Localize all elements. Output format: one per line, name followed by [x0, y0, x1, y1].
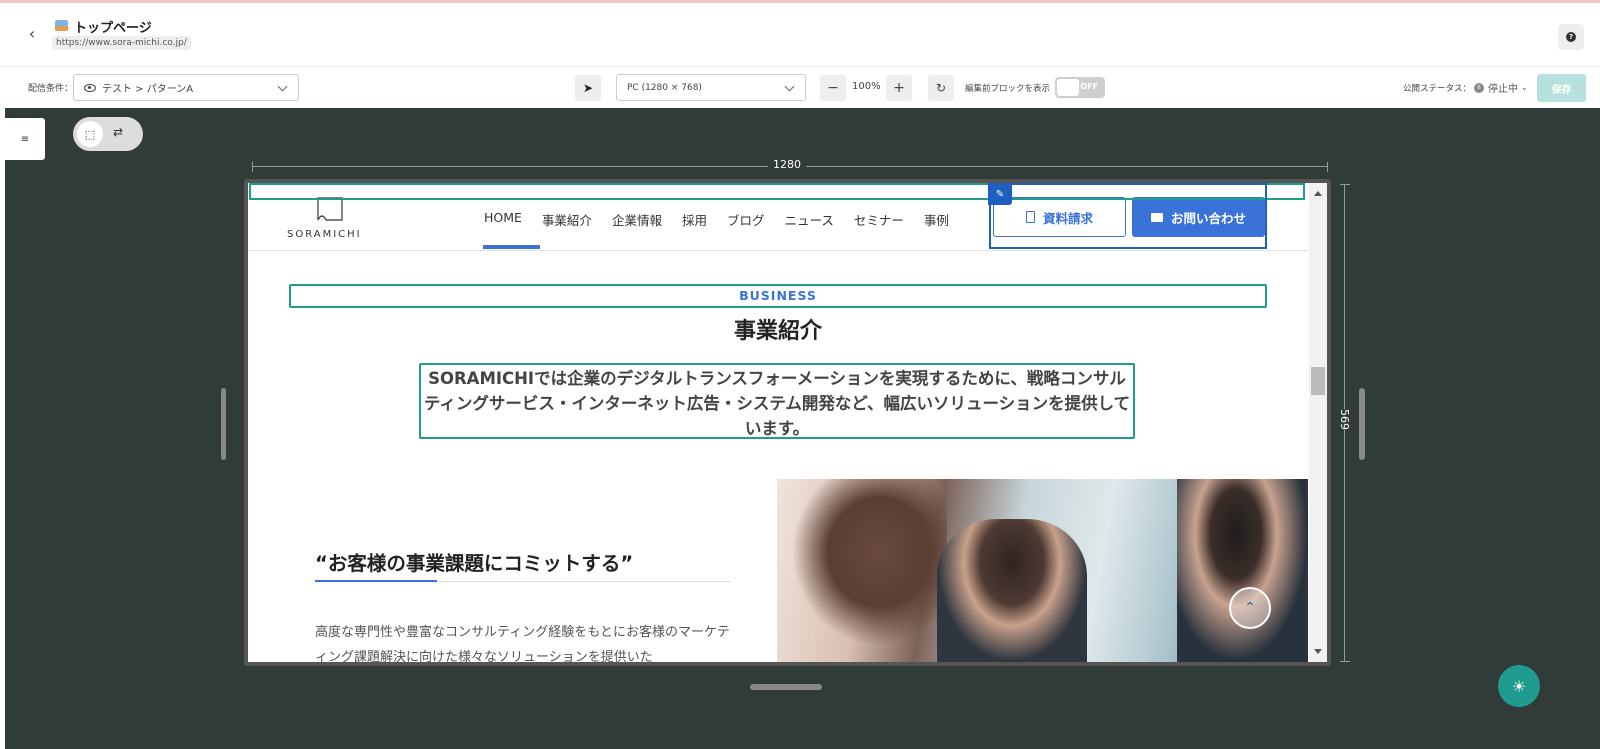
heading-divider-accent — [315, 580, 437, 582]
help-button[interactable]: ? — [1558, 24, 1584, 50]
show-blocks-toggle[interactable]: OFF — [1055, 77, 1105, 98]
chevron-down-icon — [784, 81, 795, 92]
condition-label: 配信条件： — [28, 84, 74, 94]
mode-toggle[interactable]: ⬚ ⇄ — [73, 117, 143, 151]
width-ruler: 1280 — [252, 158, 1328, 172]
status-label: 公開ステータス： — [1403, 84, 1472, 94]
nav-item-blog[interactable]: ブログ — [727, 210, 765, 229]
site-logo[interactable]: SORAMICHI — [287, 229, 362, 240]
device-select[interactable]: PC (1280 × 768) — [616, 74, 806, 101]
pointer-tool-button[interactable]: ➤ — [575, 75, 601, 101]
business-title[interactable]: 事業紹介 — [248, 313, 1308, 345]
resize-handle-right[interactable] — [1359, 388, 1365, 460]
condition-value: テスト > パターンA — [102, 84, 194, 95]
photo-person-right — [1177, 479, 1308, 662]
back-icon[interactable]: ‹ — [22, 23, 42, 43]
zoom-level: 100% — [852, 81, 881, 92]
selected-buttons-outline — [989, 183, 1267, 249]
commit-heading[interactable]: “お客様の事業課題にコミットする” — [315, 547, 633, 576]
chevron-down-icon — [277, 81, 288, 92]
business-meeting-photo[interactable] — [777, 479, 1308, 662]
editor-canvas: ≡ ⬚ ⇄ 1280 569 SORAMICHI HOME 事業紹介 企業情報 … — [5, 108, 1600, 749]
status-value: 停止中 — [1488, 84, 1518, 95]
commit-body-text[interactable]: 高度な専門性や豊富なコンサルティング経験をもとにお客様のマーケティング課題解決に… — [315, 620, 735, 662]
nav-item-home[interactable]: HOME — [484, 210, 522, 229]
site-header[interactable]: SORAMICHI HOME 事業紹介 企業情報 採用 ブログ ニュース セミナ… — [248, 183, 1308, 251]
toggle-knob — [1057, 79, 1079, 96]
nav-item-company[interactable]: 企業情報 — [612, 210, 662, 229]
zoom-out-button[interactable]: − — [820, 75, 846, 101]
select-mode-icon[interactable]: ⬚ — [77, 121, 103, 147]
page-title: トップページ — [74, 21, 152, 36]
height-label: 569 — [1335, 409, 1354, 430]
preview-scrollbar[interactable] — [1309, 183, 1327, 662]
scroll-to-top-button[interactable]: ⌃ — [1229, 587, 1271, 629]
scroll-up-arrow-icon[interactable] — [1314, 191, 1322, 196]
width-label: 1280 — [768, 158, 806, 171]
refresh-button[interactable]: ↻ — [928, 75, 954, 101]
eye-icon — [84, 83, 96, 92]
lightbulb-icon[interactable]: ☀ — [1498, 665, 1540, 707]
save-button[interactable]: 保存 — [1537, 74, 1586, 102]
nav-item-cases[interactable]: 事例 — [924, 210, 949, 229]
photo-person-center — [937, 519, 1087, 662]
status-select[interactable]: II 停止中 ⌄ — [1474, 80, 1528, 95]
photo-person-left — [777, 479, 947, 662]
nav-item-news[interactable]: ニュース — [784, 210, 833, 229]
show-blocks-label: 編集前ブロックを表示 — [965, 84, 1051, 94]
page-image-icon — [55, 20, 68, 31]
question-icon: ? — [1566, 32, 1576, 42]
resize-handle-left[interactable] — [221, 388, 226, 460]
preview-frame: SORAMICHI HOME 事業紹介 企業情報 採用 ブログ ニュース セミナ… — [244, 179, 1331, 666]
device-value: PC (1280 × 768) — [627, 82, 702, 93]
zoom-in-button[interactable]: + — [886, 75, 912, 101]
app-header: ‹ トップページ https://www.sora-michi.co.jp/ ? — [0, 3, 1600, 67]
editor-toolbar: 配信条件： テスト > パターンA ➤ PC (1280 × 768) − 10… — [0, 68, 1600, 108]
edit-pencil-icon[interactable]: ✎ — [988, 183, 1012, 205]
logo-mark-icon — [317, 197, 343, 221]
business-description[interactable]: SORAMICHIでは企業のデジタルトランスフォーメーションを実現するために、戦… — [421, 366, 1133, 441]
business-eyebrow[interactable]: BUSINESS — [248, 288, 1308, 303]
scroll-down-arrow-icon[interactable] — [1314, 649, 1322, 654]
nav-item-recruit[interactable]: 採用 — [682, 210, 707, 229]
height-ruler: 569 — [1335, 184, 1354, 662]
site-preview: SORAMICHI HOME 事業紹介 企業情報 採用 ブログ ニュース セミナ… — [248, 183, 1308, 662]
condition-select[interactable]: テスト > パターンA — [73, 74, 299, 101]
chevron-down-icon: ⌄ — [1521, 83, 1528, 92]
site-nav: HOME 事業紹介 企業情報 採用 ブログ ニュース セミナー 事例 — [484, 210, 969, 229]
toggle-state: OFF — [1080, 82, 1098, 91]
resize-handle-bottom[interactable] — [750, 684, 822, 690]
layers-icon[interactable]: ≡ — [5, 118, 45, 160]
nav-active-indicator — [483, 245, 540, 249]
nav-item-business[interactable]: 事業紹介 — [542, 210, 592, 229]
scrollbar-thumb[interactable] — [1311, 367, 1325, 395]
swap-mode-icon[interactable]: ⇄ — [113, 125, 123, 139]
pause-icon: II — [1474, 82, 1484, 93]
nav-item-seminar[interactable]: セミナー — [854, 210, 904, 229]
page-url[interactable]: https://www.sora-michi.co.jp/ — [52, 36, 191, 50]
